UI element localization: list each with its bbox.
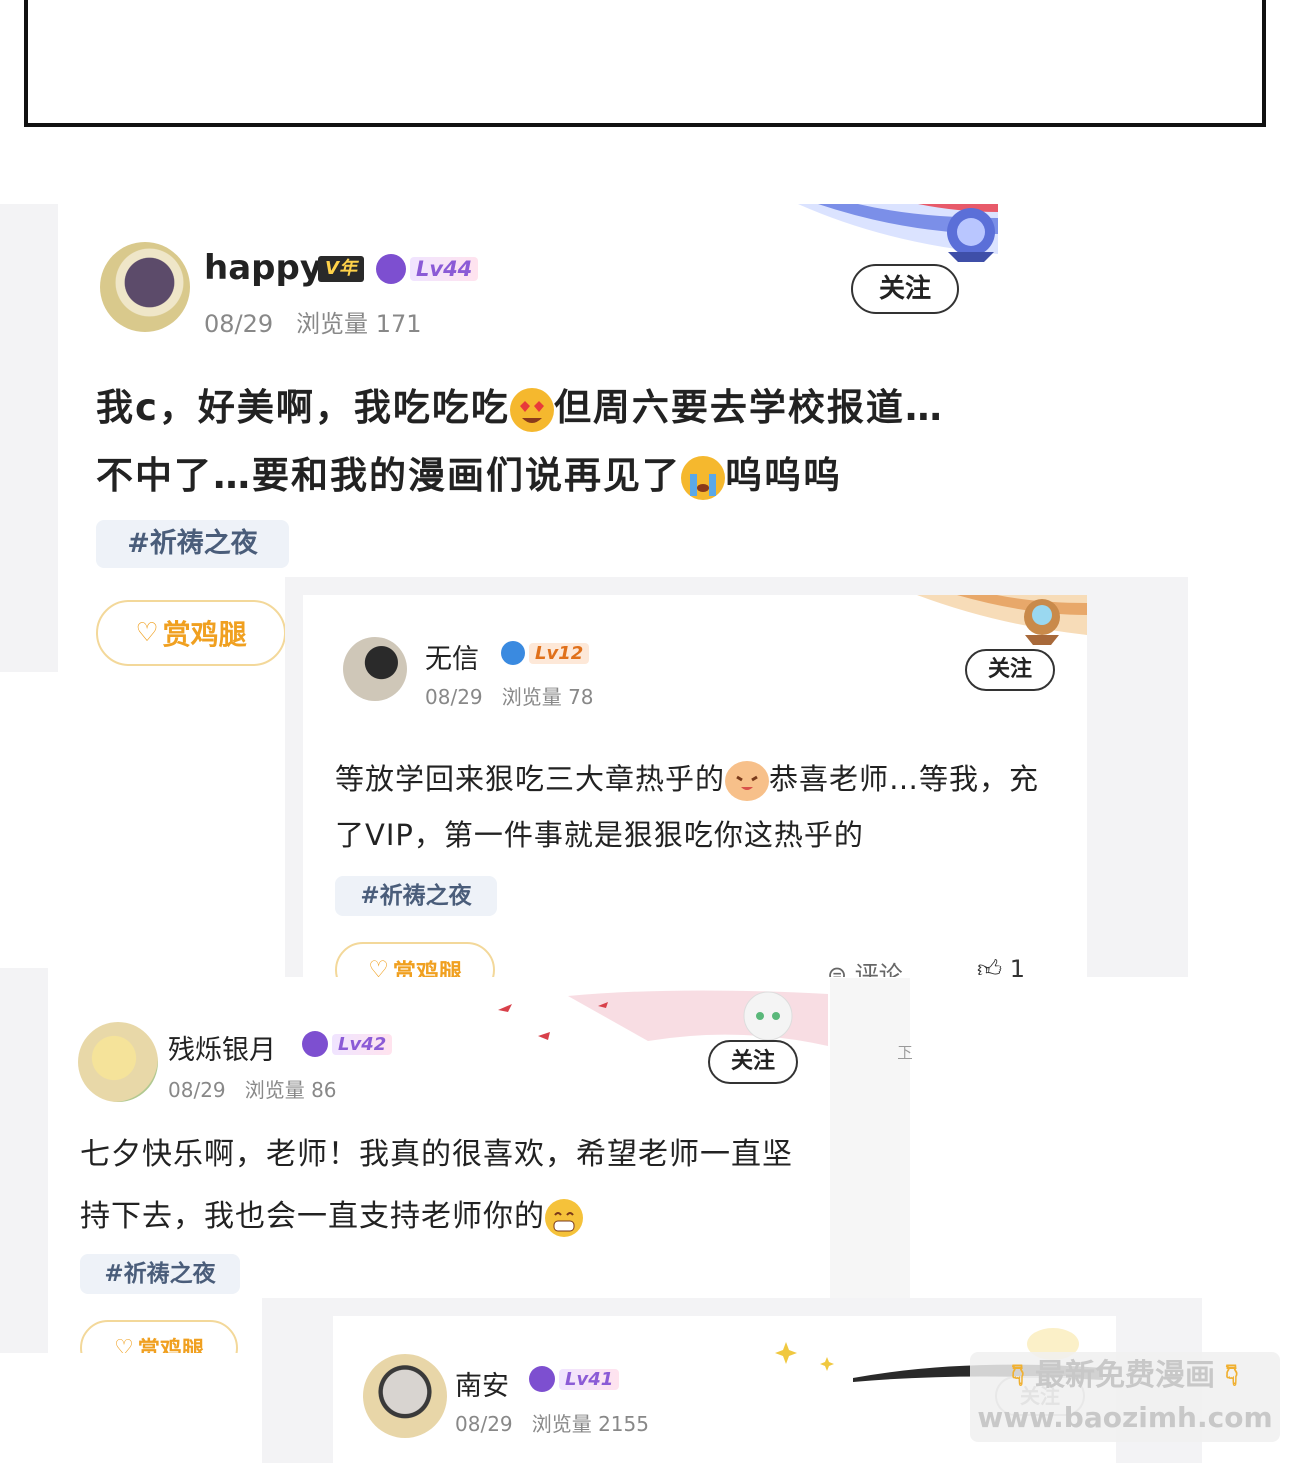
post-meta: 08/29 浏览量 171 (204, 304, 422, 339)
views-count: 78 (568, 685, 594, 709)
ghost-background (830, 978, 910, 1298)
follow-button[interactable]: 关注 (965, 649, 1055, 691)
level-icon (376, 254, 406, 284)
post-date: 08/29 (204, 310, 274, 338)
post-card: 残烁银月 Lv42 08/29 浏览量 86 关注 七夕快乐啊，老师！我真的很喜… (48, 978, 830, 1353)
reward-button[interactable]: ♡ 赏鸡腿 (96, 600, 286, 666)
post-text: 七夕快乐啊，老师！我真的很喜欢，希望老师一直坚持下去，我也会一直支持老师你的 (80, 1124, 810, 1248)
like-count: 1 (1009, 955, 1026, 977)
views-count: 171 (375, 310, 422, 338)
gift-icon: ♡ (114, 1335, 134, 1354)
views-count: 2155 (598, 1412, 649, 1436)
reward-label: 赏鸡腿 (137, 1338, 204, 1353)
level-icon (302, 1031, 328, 1057)
ghost-background (0, 968, 48, 1353)
post-text: 等放学回来狠吃三大章热乎的 恭喜老师…等我，充了VIP，第一件事就是狠狠吃你这热乎… (335, 751, 1065, 863)
level-badge: Lv44 (376, 254, 479, 284)
post-text-part: 七夕快乐啊，老师！我真的很喜欢，希望老师一直坚持下去，我也会一直支持老师你的 (80, 1137, 793, 1234)
avatar[interactable] (100, 242, 190, 332)
thumb-up-icon: 👍︎ (977, 955, 1003, 977)
level-text: Lv44 (410, 257, 479, 281)
post-text-part: 等放学回来狠吃三大章热乎的 (335, 762, 726, 796)
username[interactable]: happy (204, 248, 322, 288)
views-label: 浏览量 (531, 1412, 592, 1436)
crying-emoji-icon (681, 455, 725, 500)
post-meta: 08/29 浏览量 2155 (455, 1408, 649, 1437)
avatar[interactable] (78, 1022, 158, 1102)
comment-label: 评论 (854, 961, 903, 977)
post-card: 无信 Lv12 08/29 浏览量 78 关注 等放学回来狠吃三大章热乎的 恭喜老… (303, 595, 1087, 977)
post-date: 08/29 (425, 685, 483, 709)
post-meta: 08/29 浏览量 78 (425, 681, 594, 710)
watermark-line2: www.baozimh.com (977, 1401, 1273, 1434)
level-badge: Lv41 (529, 1366, 620, 1392)
level-text: Lv42 (332, 1033, 393, 1055)
post-meta: 08/29 浏览量 86 (168, 1074, 337, 1103)
views-label: 浏览量 (244, 1078, 305, 1102)
username[interactable]: 南安 (455, 1364, 509, 1403)
grin-emoji-icon (545, 1198, 583, 1237)
username[interactable]: 无信 (425, 637, 479, 676)
level-text: Lv41 (559, 1368, 620, 1390)
reward-button[interactable]: ♡ 赏鸡腿 (335, 942, 495, 977)
gift-icon: ♡ (135, 618, 159, 648)
post-date: 08/29 (455, 1412, 513, 1436)
views-label: 浏览量 (501, 685, 562, 709)
follow-button[interactable]: 关注 (851, 264, 959, 314)
pointing-hand-icon: 👇︎ (1225, 1358, 1239, 1393)
corner-decoration (917, 595, 1087, 645)
level-badge: Lv12 (501, 641, 590, 665)
like-button[interactable]: 👍︎ 1 (977, 955, 1025, 977)
ghost-background (0, 204, 58, 672)
post-date: 08/29 (168, 1078, 226, 1102)
follow-button[interactable]: 关注 (708, 1040, 798, 1084)
level-icon (501, 641, 525, 665)
post-text: 我c，好美啊，我吃吃吃 但周六要去学校报道…不中了…要和我的漫画们说再见了 呜呜呜 (96, 374, 966, 510)
username[interactable]: 残烁银月 (168, 1028, 276, 1067)
heart-eyes-emoji-icon (509, 387, 554, 432)
avatar[interactable] (343, 637, 407, 701)
post-text-part: 我c，好美啊，我吃吃吃 (96, 386, 510, 429)
topic-tag[interactable]: #祈祷之夜 (80, 1254, 240, 1294)
comment-icon: ⊜ (827, 961, 848, 977)
cat-emoji-icon (725, 761, 770, 801)
comic-panel-frame (24, 0, 1266, 127)
comment-button[interactable]: ⊜ 评论 (827, 955, 903, 977)
level-badge: Lv42 (302, 1031, 393, 1057)
reward-label: 赏鸡腿 (392, 960, 462, 977)
views-label: 浏览量 (296, 310, 369, 338)
side-label: 下 (898, 1045, 912, 1061)
watermark-text: 最新免费漫画 (1035, 1358, 1215, 1393)
views-count: 86 (311, 1078, 337, 1102)
level-text: Lv12 (529, 642, 590, 664)
reward-label: 赏鸡腿 (162, 618, 247, 651)
topic-tag[interactable]: #祈祷之夜 (96, 520, 289, 568)
level-icon (529, 1366, 555, 1392)
pointing-hand-icon: 👇︎ (1011, 1358, 1025, 1393)
avatar[interactable] (363, 1354, 447, 1438)
reward-button[interactable]: ♡ 赏鸡腿 (80, 1320, 238, 1353)
watermark-line1: 👇︎ 最新免费漫画 👇︎ (970, 1352, 1280, 1400)
post-text-part: 呜呜呜 (725, 454, 842, 497)
vip-badge: V年 (318, 256, 364, 282)
gift-icon: ♡ (368, 957, 389, 977)
topic-tag[interactable]: #祈祷之夜 (335, 876, 497, 916)
watermark: 👇︎ 最新免费漫画 👇︎ www.baozimh.com (970, 1352, 1280, 1442)
